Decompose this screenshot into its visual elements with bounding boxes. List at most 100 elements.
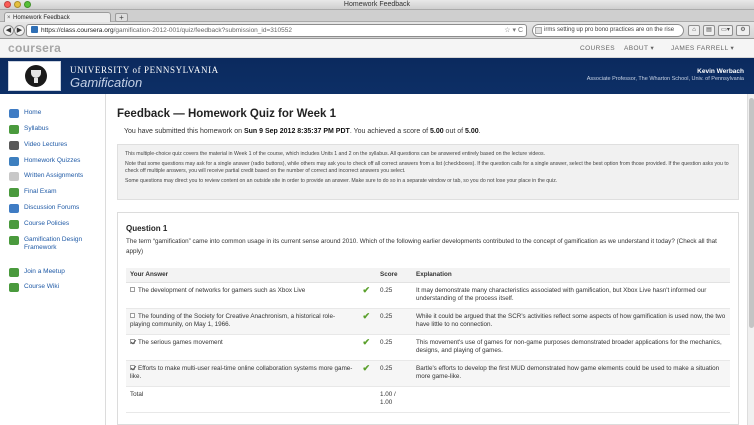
answer-checkbox[interactable] (130, 312, 135, 318)
summary-text: out of (443, 128, 466, 135)
correct-check-icon: ✔ (362, 362, 370, 373)
answer-cell: The serious games movement ✔ (126, 334, 376, 361)
nav-about[interactable]: ABOUT ▾ (624, 39, 654, 58)
total-explanation (412, 386, 730, 413)
total-row: Total 1.00 / 1.00 (126, 386, 730, 413)
scrollbar-thumb[interactable] (749, 98, 754, 328)
film-icon (9, 141, 19, 150)
total-score: 5.00 (465, 128, 479, 135)
course-name: Gamification (70, 75, 143, 90)
forward-button[interactable]: ▶ (14, 25, 25, 36)
exam-icon (9, 188, 19, 197)
bookmarks-icon[interactable]: ▤ (703, 25, 715, 36)
page-scrollbar[interactable] (747, 94, 754, 425)
url-actions[interactable]: ☆ ▾ C (504, 25, 523, 36)
main-content: Feedback — Homework Quiz for Week 1 You … (106, 94, 747, 425)
sidebar-item-label: Final Exam (24, 188, 57, 195)
column-header: Score (376, 268, 412, 283)
correct-check-icon: ✔ (362, 336, 370, 347)
framework-icon (9, 236, 19, 245)
sidebar-item-label: Video Lectures (24, 141, 68, 148)
search-engine-icon[interactable] (535, 27, 542, 34)
answer-text: Efforts to make multi-user real-time onl… (130, 364, 353, 381)
sidebar-item-label: Discussion Forums (24, 204, 80, 211)
browser-toolbar: ◀ ▶ https://class.coursera.org/gamificat… (0, 22, 754, 39)
question-card: Question 1 The term “gamification” came … (117, 212, 739, 425)
secure-lock-icon (31, 26, 38, 33)
home-icon (9, 109, 19, 118)
sidebar-item-label: Gamification Design Framework (24, 236, 83, 251)
search-value: irms setting up pro bono practices are o… (544, 27, 675, 33)
sidebar-item-label: Written Assignments (24, 172, 84, 179)
answer-checkbox[interactable] (130, 338, 135, 344)
score-cell: 0.25 (376, 334, 412, 361)
sidebar-item-label: Course Policies (24, 220, 70, 227)
achieved-score: 5.00 (429, 128, 444, 135)
answer-table: Your Answer Score Explanation The develo… (126, 268, 730, 413)
address-bar[interactable]: https://class.coursera.org/gamification-… (26, 24, 527, 37)
column-header: Your Answer (126, 268, 376, 283)
total-value: 1.00 / 1.00 (376, 386, 412, 413)
coursera-logo[interactable]: coursera (8, 41, 61, 55)
sidebar-item-label: Homework Quizzes (24, 157, 81, 164)
settings-icon[interactable]: ⚙ (736, 25, 750, 36)
wiki-icon (9, 283, 19, 292)
window-title: Homework Feedback (343, 1, 411, 8)
page-title: Feedback — Homework Quiz for Week 1 (117, 108, 336, 120)
tab-label: Homework Feedback (13, 15, 70, 21)
explanation-cell: While it could be argued that the SCR's … (412, 308, 730, 335)
nav-user-menu[interactable]: JAMES FARRELL ▾ (671, 39, 734, 58)
trophy-stem (34, 78, 38, 83)
home-icon[interactable]: ⌂ (688, 25, 700, 36)
summary-text: . You achieved a score of (349, 128, 430, 135)
column-header: Explanation (412, 268, 730, 283)
correct-check-icon: ✔ (362, 310, 370, 321)
answer-checkbox[interactable] (130, 364, 135, 370)
total-label: Total (126, 386, 376, 413)
submission-date: Sun 9 Sep 2012 8:35:37 PM PDT (243, 128, 350, 135)
correct-check-icon: ✔ (362, 284, 370, 295)
forum-icon (9, 204, 19, 213)
pencil-icon (9, 172, 19, 181)
back-button[interactable]: ◀ (3, 25, 14, 36)
university-name: UNIVERSITY of PENNSYLVANIA (70, 65, 219, 75)
score-cell: 0.25 (376, 360, 412, 387)
url-host: https://class.coursera.org (41, 27, 114, 34)
page-menu-icon[interactable]: ▭▾ (718, 25, 733, 36)
answer-text: The development of networks for gamers s… (138, 286, 306, 294)
question-title: Question 1 (126, 224, 168, 233)
sidebar-item-label: Join a Meetup (24, 268, 65, 275)
table-row: Efforts to make multi-user real-time onl… (126, 360, 730, 387)
globe-icon (9, 125, 19, 134)
answer-cell: Efforts to make multi-user real-time onl… (126, 360, 376, 387)
instruction-paragraph: This multiple-choice quiz covers the mat… (125, 151, 546, 157)
answer-text: The serious games movement (138, 338, 223, 346)
course-logo[interactable] (8, 61, 61, 91)
answer-checkbox[interactable] (130, 286, 135, 292)
explanation-cell: It may demonstrate many characteristics … (412, 282, 730, 309)
sidebar-item-label: Syllabus (24, 125, 49, 132)
instruction-paragraph: Note that some questions may ask for a s… (125, 161, 729, 174)
policy-icon (9, 220, 19, 229)
professor-role: Associate Professor, The Wharton School,… (586, 76, 744, 82)
professor-name: Kevin Werbach (697, 68, 744, 75)
quiz-instructions: This multiple-choice quiz covers the mat… (117, 144, 739, 200)
instruction-paragraph: Some questions may direct you to review … (125, 178, 558, 184)
sidebar-item-label: Home (24, 109, 42, 116)
submission-summary: You have submitted this homework on Sun … (124, 128, 481, 135)
meetup-icon (9, 268, 19, 277)
new-tab-button[interactable]: + (115, 13, 128, 22)
table-row: The founding of the Society for Creative… (126, 308, 730, 335)
site-top-nav: coursera COURSES ABOUT ▾ JAMES FARRELL ▾ (0, 39, 754, 58)
answer-cell: The founding of the Society for Creative… (126, 308, 376, 335)
score-cell: 0.25 (376, 282, 412, 309)
search-input[interactable]: irms setting up pro bono practices are o… (532, 24, 684, 37)
table-row: The serious games movement ✔ 0.25 This mo… (126, 334, 730, 361)
summary-text: . (478, 128, 481, 135)
explanation-cell: This movement's use of games for non-gam… (412, 334, 730, 361)
table-header-row: Your Answer Score Explanation (126, 268, 730, 283)
answer-text: The founding of the Society for Creative… (130, 312, 336, 329)
tab-strip: × Homework Feedback + (0, 10, 754, 23)
url-path: /gamification-2012-001/quiz/feedback?sub… (113, 27, 292, 34)
nav-courses[interactable]: COURSES (580, 39, 615, 58)
